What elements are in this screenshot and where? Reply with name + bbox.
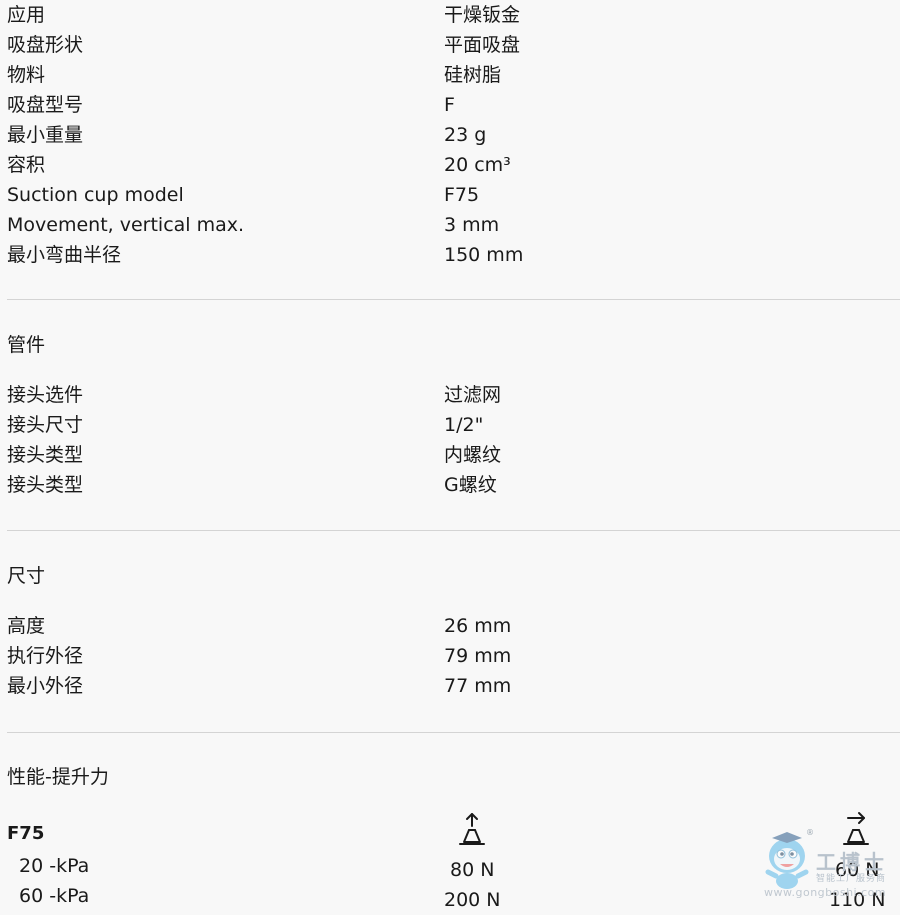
- section-divider: [7, 299, 900, 300]
- section-title-performance: 性能-提升力: [7, 766, 109, 788]
- section-title-dimensions: 尺寸: [7, 565, 46, 587]
- spec-label: 容积: [7, 154, 46, 176]
- spec-value: 硅树脂: [444, 64, 502, 86]
- spec-value: 20 cm³: [444, 154, 511, 176]
- spec-value: F: [444, 94, 455, 116]
- spec-value: 23 g: [444, 124, 487, 146]
- registered-mark: ®: [806, 828, 814, 837]
- spec-label: Suction cup model: [7, 184, 184, 206]
- spec-label: 接头类型: [7, 474, 84, 496]
- spec-label: 吸盘形状: [7, 34, 84, 56]
- spec-label: 应用: [7, 4, 46, 26]
- spec-value: 过滤网: [444, 384, 502, 406]
- spec-value: G螺纹: [444, 474, 497, 496]
- spec-label: 最小弯曲半径: [7, 244, 122, 266]
- spec-label: 最小重量: [7, 124, 84, 146]
- spec-label: 物料: [7, 64, 46, 86]
- spec-label: 执行外径: [7, 645, 84, 667]
- vertical-lift-icon: [459, 813, 485, 845]
- spec-value: 内螺纹: [444, 444, 502, 466]
- spec-label: 吸盘型号: [7, 94, 84, 116]
- watermark-tagline: 智能工厂服务商: [816, 874, 887, 884]
- spec-value: 干燥钣金: [444, 4, 521, 26]
- section-divider: [7, 732, 900, 733]
- vertical-force-value: 80 N: [450, 859, 495, 881]
- spec-label: 接头尺寸: [7, 414, 84, 436]
- spec-value: 平面吸盘: [444, 34, 521, 56]
- spec-label: 接头类型: [7, 444, 84, 466]
- spec-value: 3 mm: [444, 214, 500, 236]
- spec-value: F75: [444, 184, 480, 206]
- spec-label: 高度: [7, 615, 46, 637]
- watermark-url: www.gongboshi.com: [764, 886, 887, 899]
- section-divider: [7, 530, 900, 531]
- pressure-label: 60 -kPa: [19, 885, 90, 907]
- vertical-force-value: 200 N: [444, 889, 501, 911]
- spec-label: 接头选件: [7, 384, 84, 406]
- spec-value: 150 mm: [444, 244, 524, 266]
- spec-label: Movement, vertical max.: [7, 214, 245, 236]
- section-title-fittings: 管件: [7, 334, 46, 356]
- spec-value: 77 mm: [444, 675, 512, 697]
- pressure-label: 20 -kPa: [19, 855, 90, 877]
- spec-value: 1/2": [444, 414, 484, 436]
- spec-value: 26 mm: [444, 615, 512, 637]
- watermark-logo: ® 工博士 智能工厂服务商 www.gongboshi.com: [760, 826, 890, 912]
- performance-model: F75: [7, 823, 45, 844]
- spec-label: 最小外径: [7, 675, 84, 697]
- spec-value: 79 mm: [444, 645, 512, 667]
